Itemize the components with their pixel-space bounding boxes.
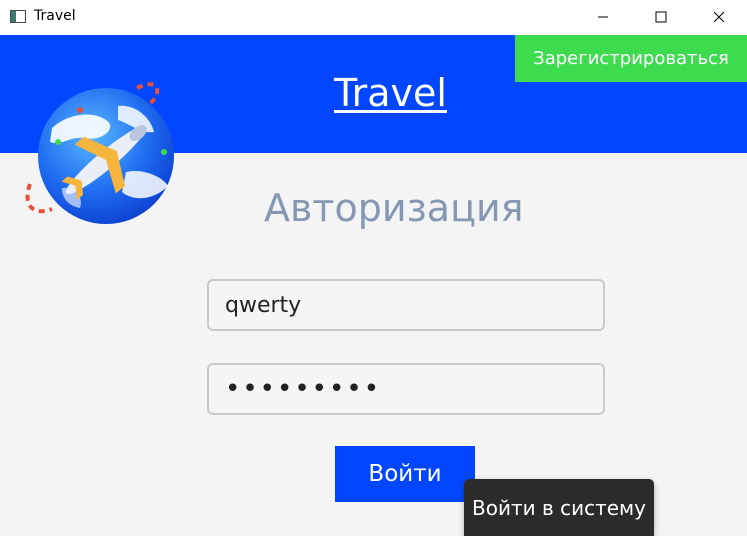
page-heading: Авторизация <box>264 186 524 230</box>
close-button[interactable] <box>690 0 747 33</box>
app-window: Travel Travel Зарегистрироваться Авториз… <box>0 0 747 536</box>
app-icon <box>10 10 26 23</box>
title-bar: Travel <box>0 0 747 35</box>
register-button[interactable]: Зарегистрироваться <box>515 35 747 82</box>
close-icon <box>713 11 725 22</box>
login-tooltip: Войти в систему <box>464 479 654 536</box>
globe-airplane-icon <box>22 76 187 231</box>
login-button[interactable]: Войти <box>335 446 475 502</box>
maximize-icon <box>655 11 667 22</box>
minimize-button[interactable] <box>574 0 632 33</box>
maximize-button[interactable] <box>632 0 690 33</box>
window-title: Travel <box>34 8 76 24</box>
minimize-icon <box>598 16 608 17</box>
login-input[interactable] <box>207 279 605 331</box>
password-input[interactable] <box>207 363 605 415</box>
brand-title[interactable]: Travel <box>334 71 447 115</box>
